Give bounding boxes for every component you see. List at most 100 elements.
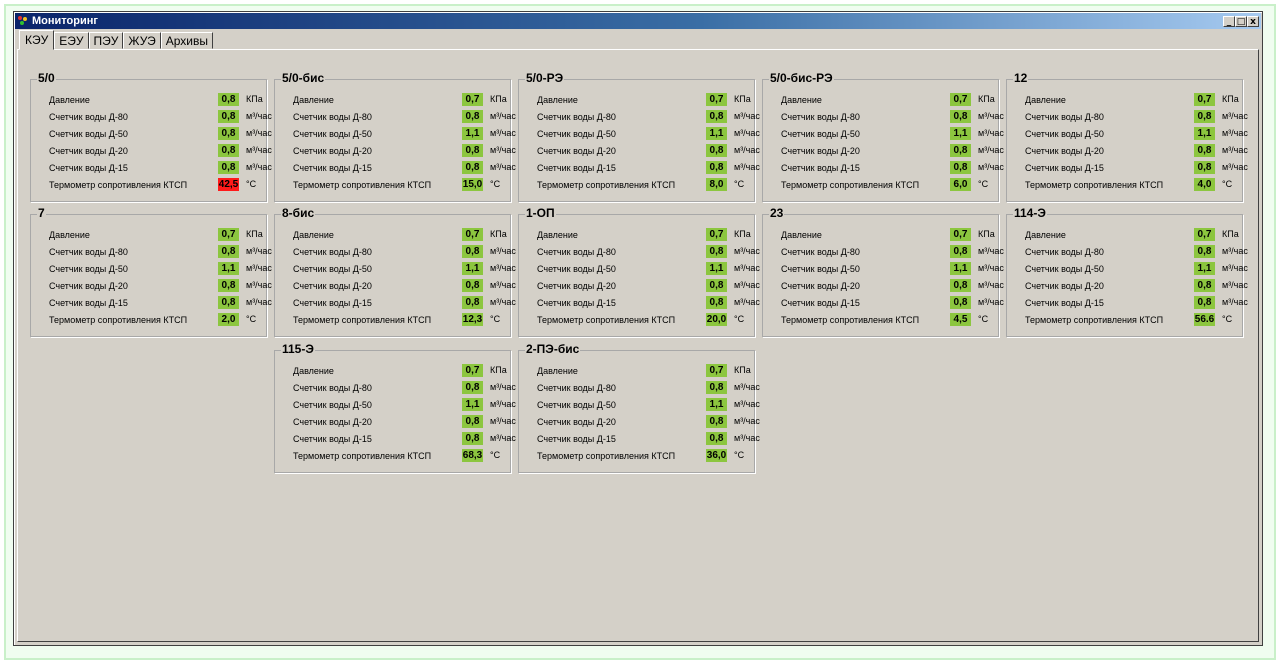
flow-d50-row: Счетчик воды Д-50 0,8 м³/час <box>49 127 272 141</box>
flow-d15-unit: м³/час <box>246 297 272 307</box>
flow-d80-value: 0,8 <box>462 110 483 123</box>
flow-d50-label: Счетчик воды Д-50 <box>537 264 616 274</box>
thermometer-unit: °С <box>1222 179 1233 189</box>
thermometer-unit: °С <box>490 450 501 460</box>
thermometer-label: Термометр сопротивления КТСП <box>537 315 676 325</box>
flow-d80-label: Счетчик воды Д-80 <box>537 112 616 122</box>
tab-peu[interactable]: ПЭУ <box>88 32 124 49</box>
pressure-value: 0,7 <box>706 364 727 377</box>
flow-d20-label: Счетчик воды Д-20 <box>537 281 616 291</box>
thermometer-row: Термометр сопротивления КТСП 36,0 °С <box>537 449 754 463</box>
thermometer-label: Термометр сопротивления КТСП <box>781 180 920 190</box>
flow-d50-label: Счетчик воды Д-50 <box>293 400 372 410</box>
pressure-value: 0,7 <box>950 93 971 106</box>
flow-d20-value: 0,8 <box>462 144 483 157</box>
flow-d50-label: Счетчик воды Д-50 <box>49 129 128 139</box>
station-group: 114-Э Давление 0,7 КПа Счетчик воды Д-80 0,8 м… <box>1006 206 1248 337</box>
pressure-unit: КПа <box>490 229 507 239</box>
thermometer-label: Термометр сопротивления КТСП <box>49 180 188 190</box>
flow-d15-row: Счетчик воды Д-15 0,8 м³/час <box>293 296 516 310</box>
thermometer-label: Термометр сопротивления КТСП <box>781 315 920 325</box>
flow-d80-value: 0,8 <box>706 381 727 394</box>
station-group: 115-Э Давление 0,7 КПа Счетчик воды Д-80 0,8 м… <box>274 342 516 473</box>
flow-d80-row: Счетчик воды Д-80 0,8 м³/час <box>293 110 516 124</box>
flow-d15-value: 0,8 <box>218 296 239 309</box>
pressure-unit: КПа <box>978 229 995 239</box>
thermometer-unit: °С <box>734 450 745 460</box>
flow-d20-row: Счетчик воды Д-20 0,8 м³/час <box>781 279 1004 293</box>
thermometer-value: 15,0 <box>462 178 483 191</box>
thermometer-label: Термометр сопротивления КТСП <box>1025 180 1164 190</box>
station-title: 115-Э <box>281 342 315 356</box>
flow-d50-value: 1,1 <box>950 262 971 275</box>
tab-archives[interactable]: Архивы <box>160 32 213 49</box>
flow-d20-value: 0,8 <box>1194 144 1215 157</box>
flow-d15-row: Счетчик воды Д-15 0,8 м³/час <box>293 432 516 446</box>
station-title: 5/0-РЭ <box>525 71 565 85</box>
flow-d80-label: Счетчик воды Д-80 <box>293 247 372 257</box>
flow-d80-label: Счетчик воды Д-80 <box>781 112 860 122</box>
thermometer-value: 68,3 <box>462 449 483 462</box>
pressure-row: Давление 0,7 КПа <box>537 364 754 378</box>
minimize-button[interactable]: _ <box>1223 15 1235 27</box>
thermometer-unit: °С <box>490 179 501 189</box>
close-button[interactable]: x <box>1247 15 1259 27</box>
flow-d15-label: Счетчик воды Д-15 <box>1025 163 1104 173</box>
maximize-button[interactable]: □ <box>1235 15 1247 27</box>
flow-d80-label: Счетчик воды Д-80 <box>49 112 128 122</box>
station-title: 5/0-бис-РЭ <box>769 71 834 85</box>
thermometer-unit: °С <box>246 179 257 189</box>
flow-d50-value: 1,1 <box>706 127 727 140</box>
flow-d50-label: Счетчик воды Д-50 <box>293 264 372 274</box>
flow-d15-row: Счетчик воды Д-15 0,8 м³/час <box>49 296 272 310</box>
flow-d15-row: Счетчик воды Д-15 0,8 м³/час <box>293 161 516 175</box>
flow-d15-row: Счетчик воды Д-15 0,8 м³/час <box>781 296 1004 310</box>
pressure-label: Давление <box>293 95 334 105</box>
pressure-row: Давление 0,7 КПа <box>1025 228 1242 242</box>
flow-d80-row: Счетчик воды Д-80 0,8 м³/час <box>781 245 1004 259</box>
flow-d15-row: Счетчик воды Д-15 0,8 м³/час <box>781 161 1004 175</box>
thermometer-label: Термометр сопротивления КТСП <box>537 451 676 461</box>
flow-d20-label: Счетчик воды Д-20 <box>293 146 372 156</box>
station-group: 5/0 Давление 0,8 КПа Счетчик воды Д-80 0,8 м³/… <box>30 71 272 202</box>
app-icon <box>18 16 28 26</box>
pressure-value: 0,7 <box>950 228 971 241</box>
flow-d80-unit: м³/час <box>1222 246 1248 256</box>
pressure-value: 0,7 <box>218 228 239 241</box>
flow-d80-row: Счетчик воды Д-80 0,8 м³/час <box>781 110 1004 124</box>
flow-d80-unit: м³/час <box>246 111 272 121</box>
flow-d50-row: Счетчик воды Д-50 1,1 м³/час <box>1025 262 1248 276</box>
flow-d80-value: 0,8 <box>218 245 239 258</box>
title-bar[interactable]: Мониторинг _ □ x <box>15 13 1261 29</box>
pressure-row: Давление 0,7 КПа <box>781 93 998 107</box>
flow-d20-value: 0,8 <box>950 144 971 157</box>
pressure-label: Давление <box>537 230 578 240</box>
flow-d15-row: Счетчик воды Д-15 0,8 м³/час <box>1025 296 1248 310</box>
thermometer-row: Термометр сопротивления КТСП 15,0 °С <box>293 178 510 192</box>
pressure-value: 0,7 <box>1194 93 1215 106</box>
flow-d20-label: Счетчик воды Д-20 <box>49 146 128 156</box>
thermometer-row: Термометр сопротивления КТСП 8,0 °С <box>537 178 754 192</box>
flow-d50-value: 1,1 <box>950 127 971 140</box>
flow-d15-value: 0,8 <box>1194 161 1215 174</box>
flow-d50-row: Счетчик воды Д-50 1,1 м³/час <box>49 262 272 276</box>
flow-d20-value: 0,8 <box>218 279 239 292</box>
flow-d20-row: Счетчик воды Д-20 0,8 м³/час <box>293 415 516 429</box>
station-group: 5/0-бис-РЭ Давление 0,7 КПа Счетчик воды Д-8… <box>762 71 1004 202</box>
flow-d50-unit: м³/час <box>490 128 516 138</box>
flow-d20-row: Счетчик воды Д-20 0,8 м³/час <box>1025 144 1248 158</box>
tab-zhue[interactable]: ЖУЭ <box>123 32 161 49</box>
flow-d15-unit: м³/час <box>490 162 516 172</box>
flow-d50-unit: м³/час <box>1222 128 1248 138</box>
flow-d20-value: 0,8 <box>218 144 239 157</box>
flow-d15-row: Счетчик воды Д-15 0,8 м³/час <box>537 432 760 446</box>
thermometer-value: 4,0 <box>1194 178 1215 191</box>
flow-d20-label: Счетчик воды Д-20 <box>1025 281 1104 291</box>
pressure-unit: КПа <box>246 229 263 239</box>
tab-keu[interactable]: КЭУ <box>19 30 55 50</box>
flow-d15-row: Счетчик воды Д-15 0,8 м³/час <box>1025 161 1248 175</box>
flow-d80-row: Счетчик воды Д-80 0,8 м³/час <box>1025 245 1248 259</box>
pressure-value: 0,7 <box>462 364 483 377</box>
flow-d80-unit: м³/час <box>734 111 760 121</box>
tab-eeu[interactable]: ЕЭУ <box>54 32 89 49</box>
